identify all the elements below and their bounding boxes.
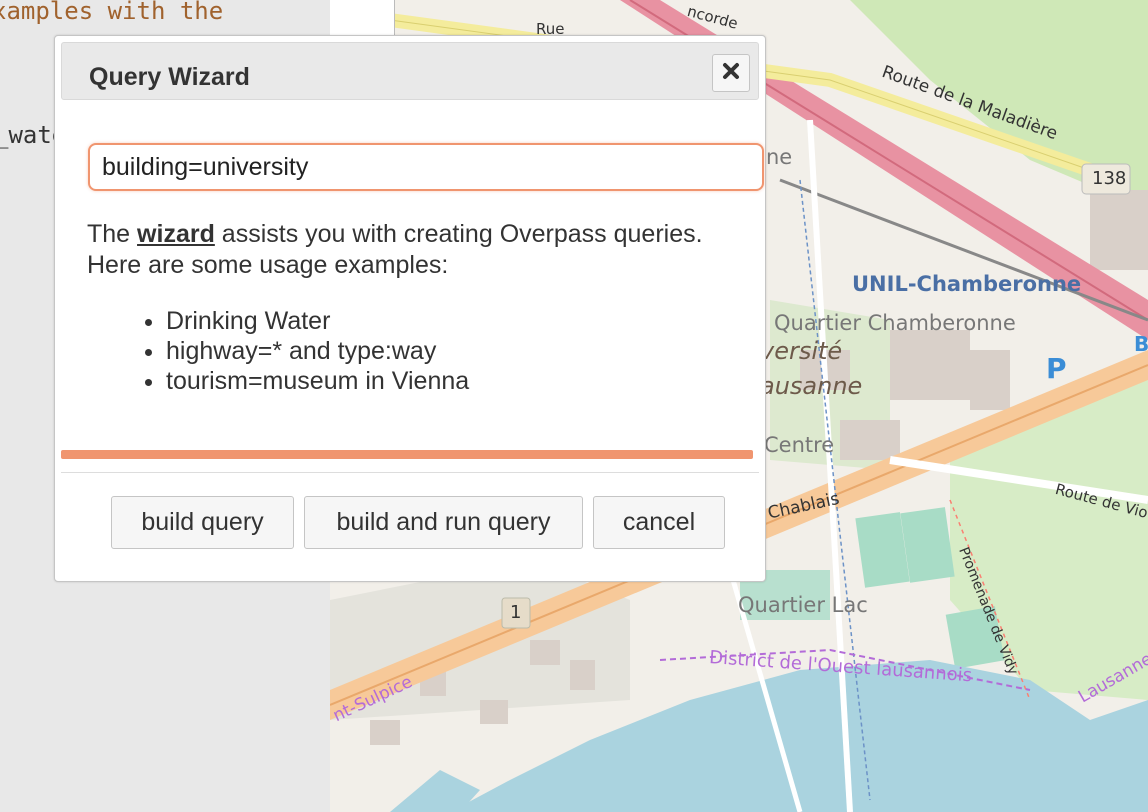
- query-wizard-dialog: Query Wizard The wizard assists you with…: [54, 35, 766, 582]
- map-label-centre: Centre: [764, 433, 835, 457]
- map-label-quartier-lac: Quartier Lac: [738, 593, 868, 617]
- close-icon: [722, 62, 740, 85]
- progress-bar: [61, 450, 753, 459]
- editor-line: xamples with the: [0, 0, 224, 25]
- divider: [61, 472, 759, 473]
- map-label-ne: ne: [766, 145, 793, 169]
- cancel-button[interactable]: cancel: [593, 496, 725, 549]
- close-button[interactable]: [712, 54, 750, 92]
- wizard-description: The wizard assists you with creating Ove…: [87, 219, 747, 281]
- route-shield-138: 138: [1092, 168, 1127, 189]
- route-shield-1: 1: [510, 602, 522, 623]
- map-label-unil: UNIL-Chamberonne: [852, 272, 1082, 296]
- query-input[interactable]: [88, 143, 764, 191]
- desc-suffix: assists you with creating Overpass queri…: [221, 220, 703, 248]
- map-label-quartier-chamberonne: Quartier Chamberonne: [774, 311, 1016, 335]
- examples-list: Drinking Water highway=* and type:way to…: [142, 306, 469, 396]
- build-query-button[interactable]: build query: [111, 496, 294, 549]
- list-item: tourism=museum in Vienna: [166, 366, 469, 396]
- dialog-titlebar[interactable]: Query Wizard: [61, 42, 759, 100]
- list-item: highway=* and type:way: [166, 336, 469, 366]
- map-label-universite: versité: [760, 337, 843, 365]
- map-label-lausanne: ausanne: [760, 372, 863, 400]
- parking-icon: P: [1046, 352, 1067, 385]
- dialog-title: Query Wizard: [89, 63, 250, 91]
- wizard-link[interactable]: wizard: [137, 220, 215, 248]
- desc-line2: Here are some usage examples:: [87, 251, 449, 279]
- desc-prefix: The: [87, 220, 131, 248]
- map-label-b-edge: B: [1134, 332, 1148, 356]
- build-and-run-query-button[interactable]: build and run query: [304, 496, 583, 549]
- list-item: Drinking Water: [166, 306, 469, 336]
